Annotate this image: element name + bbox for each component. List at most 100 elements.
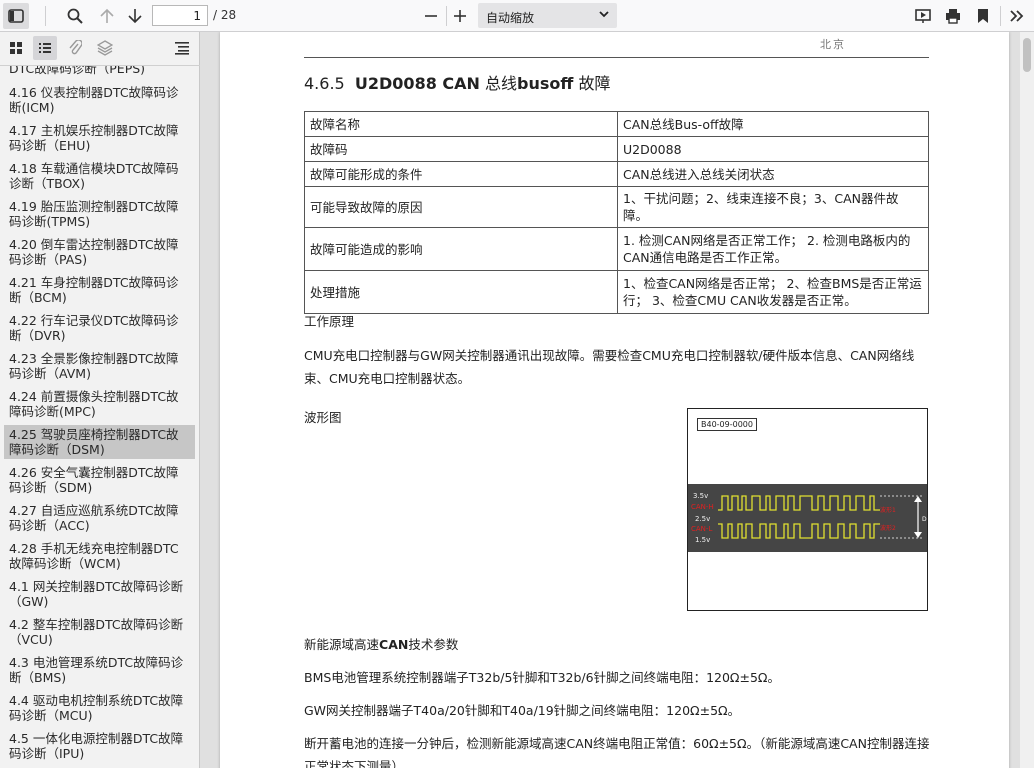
outline-item[interactable]: 4.18 车载通信模块DTC故障码诊断（TBOX) xyxy=(4,159,195,193)
find-button[interactable] xyxy=(62,3,88,29)
header-logo: 北京 xyxy=(820,38,846,51)
previous-page-button[interactable] xyxy=(94,3,120,29)
zoom-out-button[interactable] xyxy=(418,3,444,29)
table-row: 故障可能形成的条件 CAN总线进入总线关闭状态 xyxy=(304,161,929,187)
can-params-heading-pre: 新能源域高速 xyxy=(304,637,380,652)
outline-item[interactable]: 4.22 行车记录仪DTC故障码诊断（DVR) xyxy=(4,311,195,345)
next-page-button[interactable] xyxy=(122,3,148,29)
table-key: 故障可能形成的条件 xyxy=(304,161,618,187)
thumbnails-tab[interactable] xyxy=(4,36,28,60)
outline-item[interactable]: 4.3 电池管理系统DTC故障码诊断（BMS) xyxy=(4,653,195,687)
param-bms-resistance: BMS电池管理系统控制器端子T32b/5针脚和T32b/6针脚之间终端电阻：12… xyxy=(304,670,780,685)
section-code: U2D0088 CAN xyxy=(354,74,480,93)
outline-item[interactable]: 4.17 主机娱乐控制器DTC故障码诊断（EHU) xyxy=(4,121,195,155)
outline-item[interactable]: 4.4 驱动电机控制系统DTC故障码诊断（MCU) xyxy=(4,691,195,725)
table-value: U2D0088 xyxy=(617,136,929,162)
minus-icon xyxy=(425,15,437,17)
arrow-down-icon xyxy=(128,9,142,24)
search-icon xyxy=(67,8,83,24)
zoom-select[interactable]: 自动缩放 xyxy=(478,3,617,28)
sidebar-toggle-button[interactable] xyxy=(3,3,29,29)
table-value: CAN总线进入总线关闭状态 xyxy=(617,161,929,187)
outline-item[interactable]: 4.23 全景影像控制器DTC故障码诊断（AVM) xyxy=(4,349,195,383)
toolbar: / 28 自动缩放 xyxy=(0,0,1034,32)
outline-item[interactable]: 4.26 安全气囊控制器DTC故障码诊断（SDM) xyxy=(4,463,195,497)
table-row: 故障名称 CAN总线Bus-off故障 xyxy=(304,111,929,137)
layers-icon xyxy=(97,40,113,56)
can-h-trace xyxy=(718,495,880,511)
table-value: 1、干扰问题；2、线束连接不良；3、CAN器件故障。 xyxy=(617,186,929,228)
param-gw-resistance: GW网关控制器端子T40a/20针脚和T40a/19针脚之间终端电阻：120Ω±… xyxy=(304,703,741,718)
arrow-down-head xyxy=(914,532,922,538)
outline-locate-icon xyxy=(175,42,189,55)
double-chevron-right-icon xyxy=(1010,10,1024,22)
sidebar-view-tabs xyxy=(0,32,200,66)
section-number: 4.6.5 xyxy=(304,74,345,93)
bookmark-button[interactable] xyxy=(970,3,996,29)
table-row: 故障码 U2D0088 xyxy=(304,136,929,162)
list-icon xyxy=(39,43,51,53)
document-viewer[interactable]: 北京 4.6.5 U2D0088 CAN 总线busoff 故障 故障名称 CA… xyxy=(200,32,1034,768)
scrollbar-thumb[interactable] xyxy=(1023,38,1031,72)
work-principle-heading: 工作原理 xyxy=(304,314,355,329)
sidebar: DTC故障码诊断（PEPS) 4.16 仪表控制器DTC故障码诊断(ICM) 4… xyxy=(0,32,200,768)
waveform-plot: 3.5v CAN-H 2.5v CAN-L 1.5v 波形1 波形2 D xyxy=(688,484,927,552)
outline-item[interactable]: 4.21 车身控制器DTC故障码诊断（BCM) xyxy=(4,273,195,307)
layers-tab[interactable] xyxy=(93,36,117,60)
voltage-label-high: 3.5v xyxy=(693,492,708,500)
outline-item[interactable]: DTC故障码诊断（PEPS) xyxy=(4,66,195,77)
toolbar-divider xyxy=(1000,6,1001,26)
outline-tab[interactable] xyxy=(33,36,57,60)
voltage-label-low: 1.5v xyxy=(695,536,710,544)
voltage-label-mid: 2.5v xyxy=(695,515,710,523)
can-params-heading: 新能源域高速CAN技术参数 xyxy=(304,633,930,656)
page-count-label: / 28 xyxy=(213,8,237,22)
table-value: CAN总线Bus-off故障 xyxy=(617,111,929,137)
param-terminal-resistance: 断开蓄电池的连接一分钟后，检测新能源域高速CAN终端电阻正常值：60Ω±5Ω。（… xyxy=(304,736,930,768)
section-title: 4.6.5 U2D0088 CAN 总线busoff 故障 xyxy=(304,70,610,94)
page-number-input[interactable] xyxy=(152,5,208,26)
find-current-outline-button[interactable] xyxy=(170,36,194,60)
outline-item[interactable]: 4.5 一体化电源控制器DTC故障码诊断（IPU) xyxy=(4,729,195,763)
outline-item[interactable]: 4.27 自适应巡航系统DTC故障码诊断（ACC) xyxy=(4,501,195,535)
table-key: 故障可能造成的影响 xyxy=(304,227,618,271)
arrow-up-icon xyxy=(100,8,114,23)
fault-info-table: 故障名称 CAN总线Bus-off故障 故障码 U2D0088 故障可能形成的条… xyxy=(304,111,929,314)
table-row: 处理措施 1、检查CAN网络是否正常； 2、检查BMS是否正常运行； 3、检查C… xyxy=(304,270,929,314)
section-title-tail: 故障 xyxy=(578,74,611,93)
header-rule xyxy=(304,57,929,58)
bookmark-icon xyxy=(978,9,988,23)
outline-item[interactable]: 4.28 手机无线充电控制器DTC故障码诊断（WCM) xyxy=(4,539,195,573)
work-principle-text: CMU充电口控制器与GW网关控制器通讯出现故障。需要检查CMU充电口控制器软/硬… xyxy=(304,348,915,386)
outline-item[interactable]: 4.20 倒车雷达控制器DTC故障码诊断（PAS) xyxy=(4,235,195,269)
can-waveform-graphic: 3.5v CAN-H 2.5v CAN-L 1.5v 波形1 波形2 D xyxy=(691,492,927,544)
outline-item[interactable]: 4.1 网关控制器DTC故障码诊断（GW) xyxy=(4,577,195,611)
tools-menu-button[interactable] xyxy=(1004,3,1030,29)
chevron-down-icon xyxy=(599,11,609,18)
outline-item[interactable]: 4.16 仪表控制器DTC故障码诊断(ICM) xyxy=(4,83,195,117)
table-key: 处理措施 xyxy=(304,270,618,314)
table-row: 故障可能造成的影响 1. 检测CAN网络是否正常工作； 2. 检测电路板内的CA… xyxy=(304,227,929,271)
toolbar-divider xyxy=(45,6,46,26)
grid-icon xyxy=(10,42,22,54)
vertical-scrollbar[interactable] xyxy=(1020,32,1034,768)
table-value: 1、检查CAN网络是否正常； 2、检查BMS是否正常运行； 3、检查CMU CA… xyxy=(617,270,929,314)
attachments-tab[interactable] xyxy=(63,36,87,60)
can-l-label: CAN-L xyxy=(691,525,712,533)
arrow-up-head xyxy=(914,496,922,502)
outline-item[interactable]: 4.24 前置摄像头控制器DTC故障码诊断(MPC) xyxy=(4,387,195,421)
outline-item[interactable]: 4.19 胎压监测控制器DTC故障码诊断(TPMS) xyxy=(4,197,195,231)
table-row: 可能导致故障的原因 1、干扰问题；2、线束连接不良；3、CAN器件故障。 xyxy=(304,186,929,228)
waveform-marker-1: 波形1 xyxy=(880,506,896,514)
zoom-in-button[interactable] xyxy=(447,3,473,29)
can-l-trace xyxy=(718,523,880,539)
document-outline: DTC故障码诊断（PEPS) 4.16 仪表控制器DTC故障码诊断(ICM) 4… xyxy=(0,66,199,768)
print-icon xyxy=(946,9,960,24)
outline-item-selected[interactable]: 4.25 驾驶员座椅控制器DTC故障码诊断（DSM) xyxy=(4,425,195,459)
print-button[interactable] xyxy=(940,3,966,29)
presentation-mode-button[interactable] xyxy=(910,3,936,29)
outline-item[interactable]: 4.2 整车控制器DTC故障码诊断（VCU) xyxy=(4,615,195,649)
amplitude-label: D xyxy=(922,516,927,523)
can-params-heading-post: 技术参数 xyxy=(408,637,459,652)
sidebar-toggle-icon xyxy=(8,9,24,23)
